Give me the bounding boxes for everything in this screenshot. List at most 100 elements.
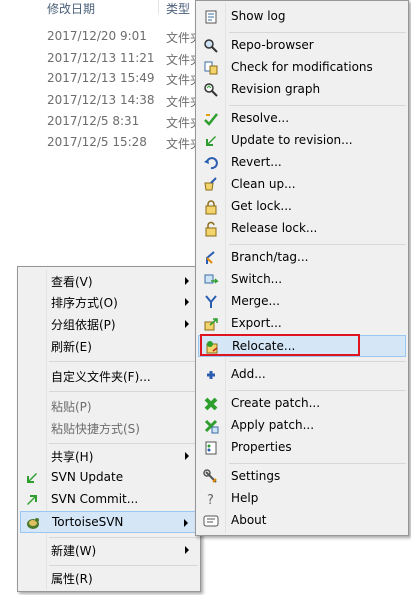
menu-item-label: Merge... [231,294,280,308]
menu-item-label: Show log [231,9,286,23]
menu-item-about[interactable]: About [198,510,406,532]
menu-item-label: Apply patch... [231,418,315,432]
file-date: 2017/12/13 14:38 [47,93,155,107]
menu-item-new[interactable]: 新建(W) [20,539,198,561]
menu-item-share[interactable]: 共享(H) [20,445,198,467]
menu-item-sort[interactable]: 排序方式(O) [20,291,198,313]
menu-item-properties[interactable]: 属性(R) [20,567,198,589]
menu-item-label: 自定义文件夹(F)... [51,370,151,384]
show-log-icon [205,10,217,24]
menu-item-svn-commit[interactable]: SVN Commit... [20,489,198,511]
menu-item-label: Revision graph [231,82,321,96]
menu-item-label: Clean up... [231,177,296,191]
menu-item-revision-graph[interactable]: Revision graph [198,79,406,101]
create-patch-icon [204,397,218,411]
about-icon [203,515,219,527]
menu-item-customize-folder[interactable]: 自定义文件夹(F)... [20,365,198,387]
svn-commit-icon [27,495,37,505]
menu-item-label: 查看(V) [51,275,93,289]
menu-item-switch[interactable]: Switch... [198,269,406,291]
menu-item-show-log[interactable]: Show log [198,6,406,28]
menu-separator [229,390,406,391]
menu-item-label: 粘贴快捷方式(S) [51,422,140,436]
menu-separator [229,105,406,106]
menu-item-label: Resolve... [231,111,290,125]
submenu-arrow-icon [185,320,189,328]
menu-separator [229,463,406,464]
menu-item-label: TortoiseSVN [52,515,124,529]
menu-item-label: 新建(W) [51,544,97,558]
menu-item-label: Release lock... [231,221,318,235]
menu-item-revert[interactable]: Revert... [198,152,406,174]
apply-patch-icon [204,419,219,434]
tortoisesvn-icon [27,518,39,529]
menu-item-repo-browser[interactable]: Repo-browser [198,35,406,57]
menu-item-resolve[interactable]: Resolve... [198,108,406,130]
menu-item-label: Settings [231,469,281,483]
menu-item-label: Update to revision... [231,133,353,147]
menu-separator [229,32,406,33]
menu-item-refresh[interactable]: 刷新(E) [20,335,198,357]
menu-item-release-lock[interactable]: Release lock... [198,218,406,240]
relocate-highlight-box [200,334,360,356]
menu-item-create-patch[interactable]: Create patch... [198,393,406,415]
submenu-arrow-icon [185,277,189,285]
menu-item-properties[interactable]: Properties [198,437,406,459]
submenu-arrow-icon [185,298,189,306]
menu-separator [49,361,198,362]
submenu-arrow-icon [185,452,189,460]
export-icon [204,318,218,331]
menu-item-apply-patch[interactable]: Apply patch... [198,415,406,437]
menu-item-export[interactable]: Export... [198,313,406,335]
menu-item-svn-update[interactable]: SVN Update [20,467,198,489]
menu-item-get-lock[interactable]: Get lock... [198,196,406,218]
context-menu: 查看(V) 排序方式(O) 分组依据(P) 刷新(E) 自定义文件夹(F)...… [17,266,201,592]
file-date: 2017/12/5 15:28 [47,135,147,149]
add-icon [207,371,215,379]
menu-item-help[interactable]: ? Help [198,488,406,510]
revert-icon [204,157,218,170]
menu-separator [49,565,198,566]
menu-item-view[interactable]: 查看(V) [20,270,198,292]
settings-icon [203,469,217,483]
menu-separator [229,244,406,245]
column-header-type[interactable]: 类型 [166,0,190,16]
check-modifications-icon [204,61,218,75]
menu-item-branch-tag[interactable]: Branch/tag... [198,247,406,269]
menu-item-clean-up[interactable]: Clean up... [198,174,406,196]
branch-tag-icon [206,251,215,264]
switch-icon [204,274,219,284]
menu-item-update-to-revision[interactable]: Update to revision... [198,130,406,152]
menu-item-label: Add... [231,367,266,381]
menu-item-merge[interactable]: Merge... [198,291,406,313]
menu-item-check-modifications[interactable]: Check for modifications [198,57,406,79]
menu-separator [49,443,198,444]
menu-item-settings[interactable]: Settings [198,466,406,488]
menu-separator [49,391,198,392]
menu-item-group[interactable]: 分组依据(P) [20,313,198,335]
menu-item-add[interactable]: Add... [198,364,406,386]
menu-separator [49,537,198,538]
properties-icon [205,441,217,455]
menu-item-label: Branch/tag... [231,250,309,264]
file-date: 2017/12/13 15:49 [47,71,155,85]
column-divider[interactable] [158,0,159,14]
menu-item-label: Check for modifications [231,60,373,74]
menu-item-label: Switch... [231,272,283,286]
revision-graph-icon [204,83,218,97]
unlock-icon [205,221,217,237]
menu-item-label: Get lock... [231,199,292,213]
menu-item-label: Create patch... [231,396,321,410]
menu-item-tortoisesvn[interactable]: TortoiseSVN [20,511,198,533]
menu-item-label: About [231,513,267,527]
menu-item-label: 排序方式(O) [51,296,118,310]
menu-item-label: 分组依据(P) [51,318,116,332]
update-to-revision-icon [206,136,216,146]
file-date: 2017/12/13 11:21 [47,51,155,65]
menu-item-paste[interactable]: 粘贴(P) [20,395,198,417]
tortoisesvn-submenu: Show log Repo-browser Check for modifica… [195,0,409,536]
menu-item-label: Help [231,491,259,505]
column-header-date[interactable]: 修改日期 [47,0,95,16]
file-date: 2017/12/20 9:01 [47,29,147,43]
menu-item-paste-shortcut[interactable]: 粘贴快捷方式(S) [20,417,198,439]
